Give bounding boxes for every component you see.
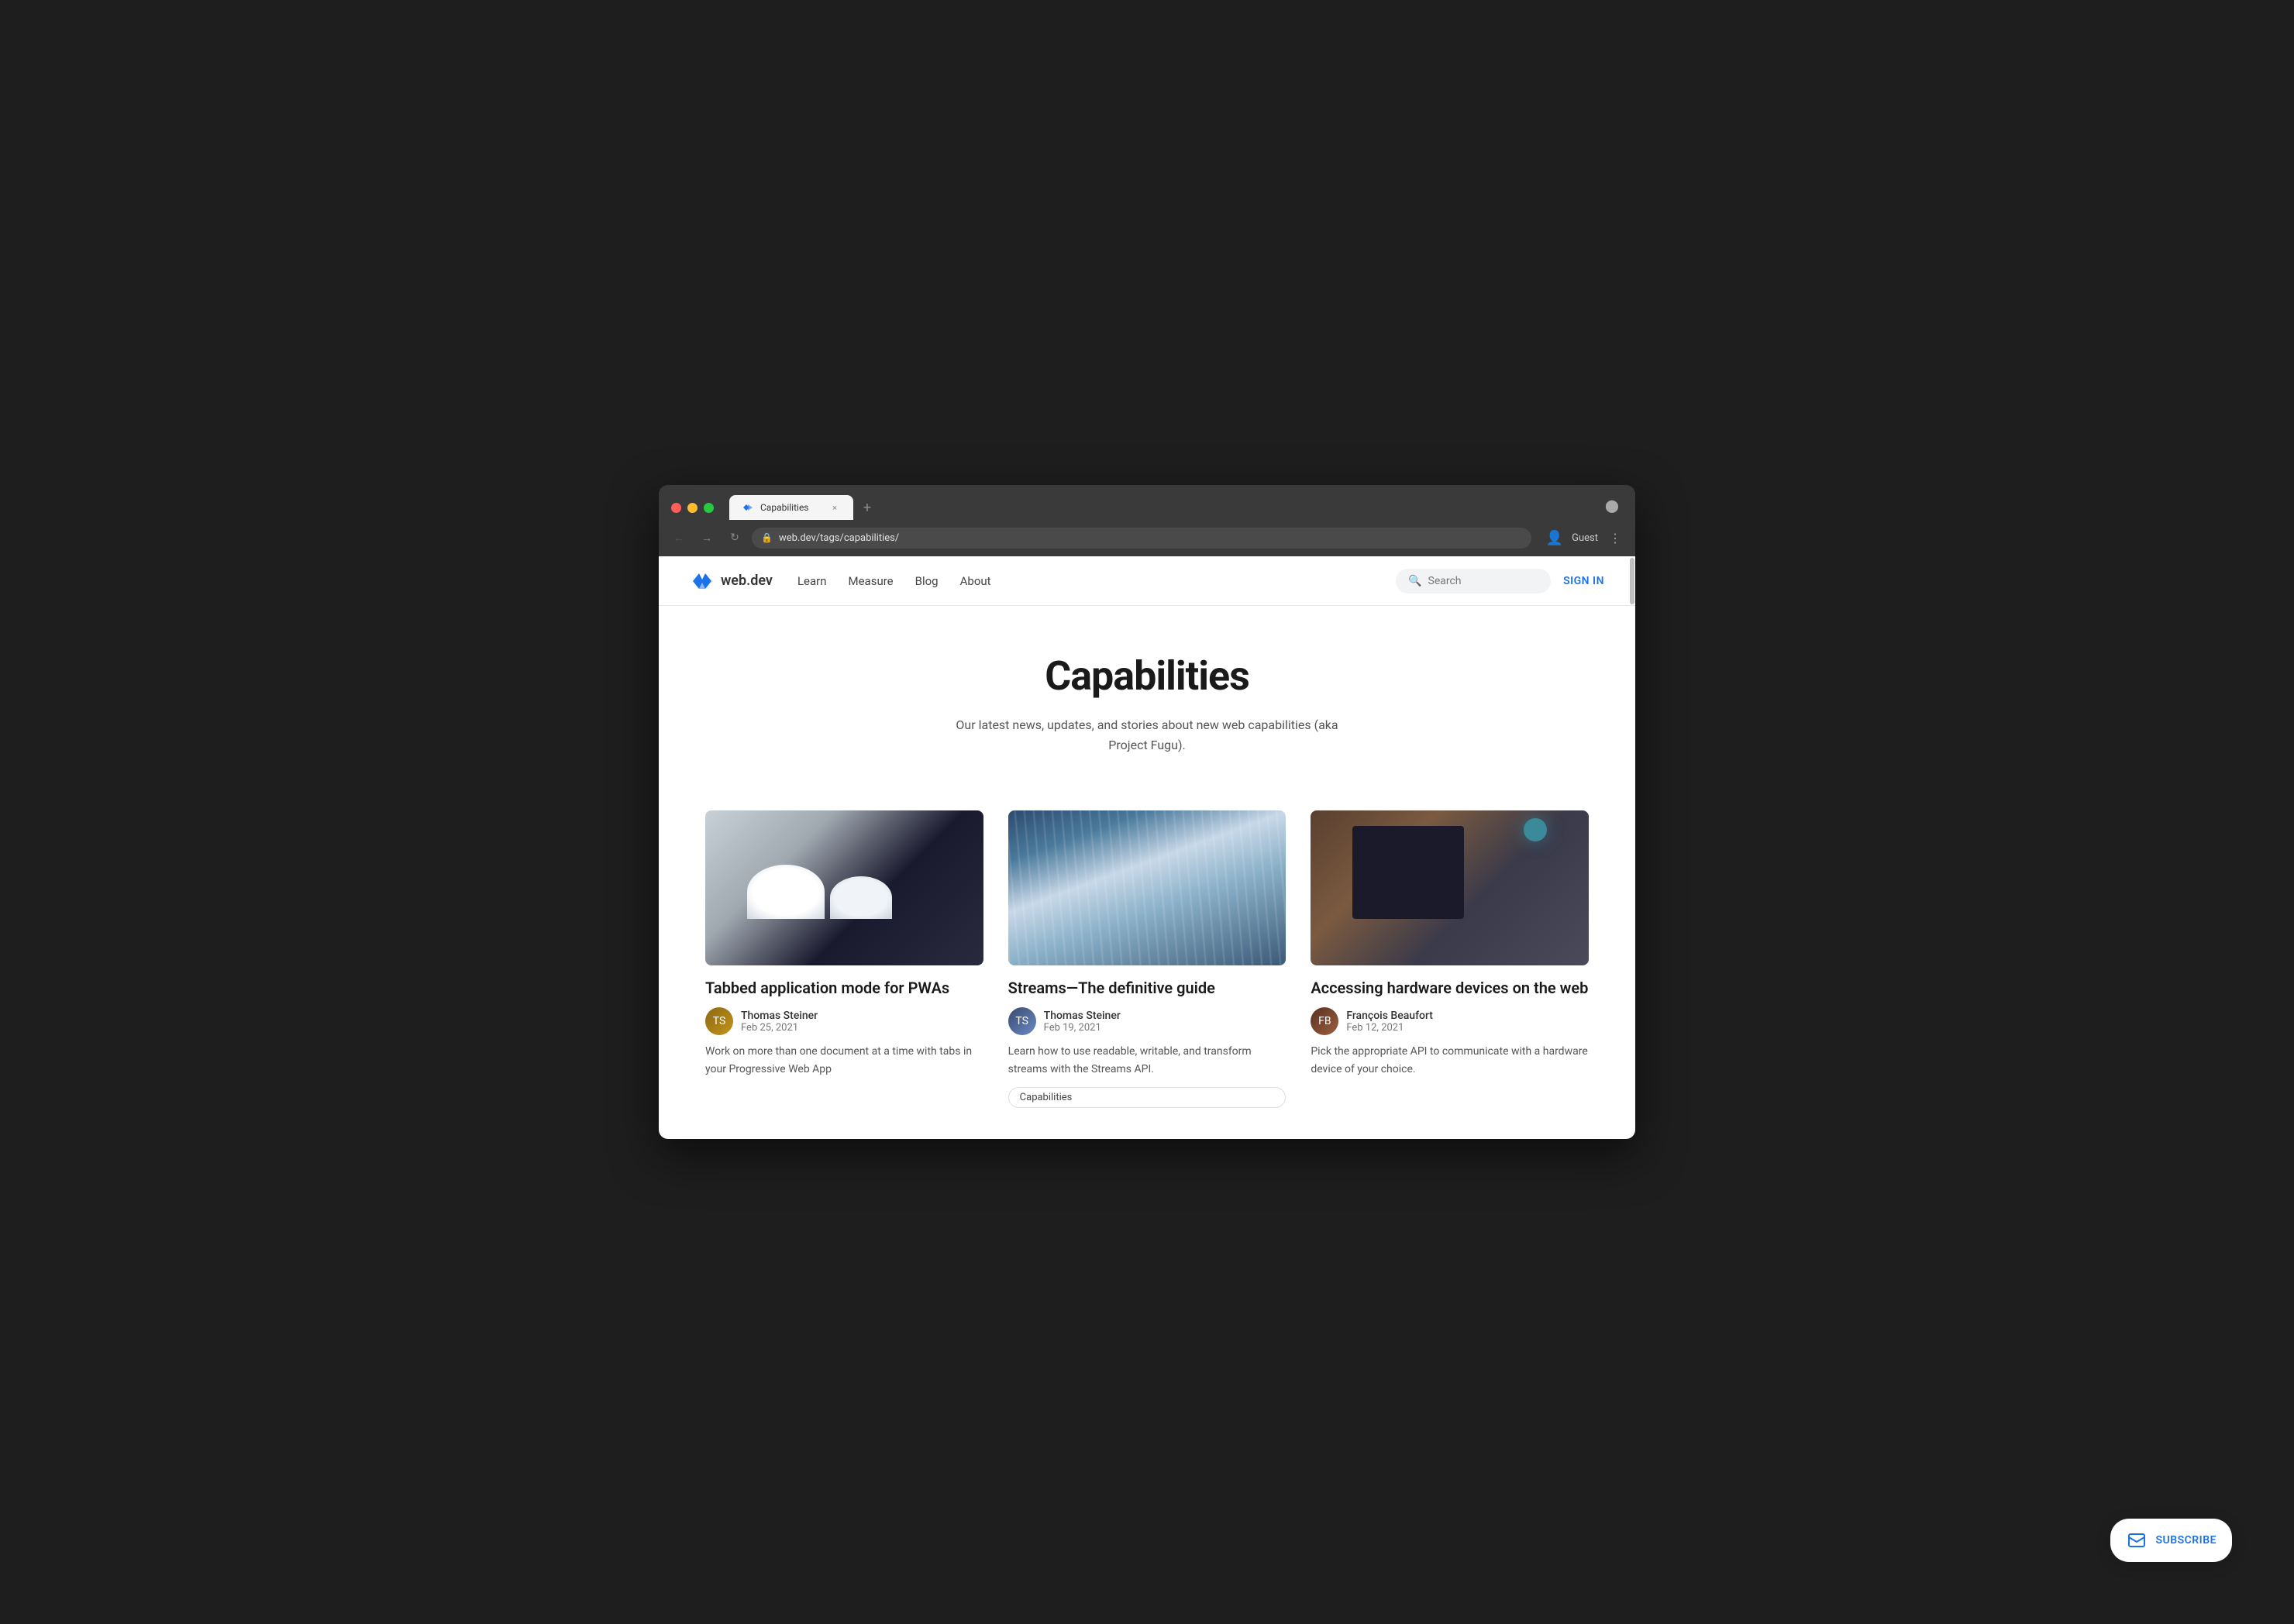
card-2-author-info: Thomas Steiner Feb 19, 2021 xyxy=(1044,1010,1121,1034)
card-1-author-info: Thomas Steiner Feb 25, 2021 xyxy=(741,1010,818,1034)
card-3-author-name: François Beaufort xyxy=(1346,1010,1433,1022)
nav-learn[interactable]: Learn xyxy=(797,574,827,588)
card-3-author-row: FB François Beaufort Feb 12, 2021 xyxy=(1311,1007,1589,1035)
lock-icon: 🔒 xyxy=(761,532,773,543)
article-card-1: Tabbed application mode for PWAs TS Thom… xyxy=(705,810,983,1108)
url-display: web.dev/tags/capabilities/ xyxy=(779,532,899,544)
search-icon: 🔍 xyxy=(1408,575,1421,587)
card-1-image xyxy=(705,810,983,965)
cards-grid: Tabbed application mode for PWAs TS Thom… xyxy=(659,786,1635,1139)
card-1-author-name: Thomas Steiner xyxy=(741,1010,818,1022)
card-2-author-row: TS Thomas Steiner Feb 19, 2021 xyxy=(1008,1007,1286,1035)
card-1-author-row: TS Thomas Steiner Feb 25, 2021 xyxy=(705,1007,983,1035)
header-actions: 🔍 Search SIGN IN xyxy=(1396,569,1604,594)
card-3-image xyxy=(1311,810,1589,965)
address-bar[interactable]: 🔒 web.dev/tags/capabilities/ xyxy=(752,528,1531,549)
forward-button[interactable]: → xyxy=(696,527,718,549)
card-2-title: Streams—The definitive guide xyxy=(1008,978,1286,998)
card-3-author-avatar: FB xyxy=(1311,1007,1338,1035)
traffic-lights xyxy=(671,503,714,513)
card-2-tag[interactable]: Capabilities xyxy=(1008,1087,1286,1108)
card-1-description: Work on more than one document at a time… xyxy=(705,1043,983,1078)
nav-bar: ← → ↻ 🔒 web.dev/tags/capabilities/ 👤 Gue… xyxy=(659,521,1635,556)
card-2-author-avatar: TS xyxy=(1008,1007,1036,1035)
active-tab[interactable]: Capabilities × xyxy=(729,495,853,520)
back-button[interactable]: ← xyxy=(668,527,690,549)
search-placeholder: Search xyxy=(1428,575,1462,587)
profile-area: 👤 Guest ⋮ xyxy=(1544,527,1626,549)
fullscreen-traffic-light[interactable] xyxy=(704,503,714,513)
profile-label: Guest xyxy=(1572,532,1598,544)
site-header: web.dev Learn Measure Blog About 🔍 Searc… xyxy=(659,556,1635,606)
card-3-author-info: François Beaufort Feb 12, 2021 xyxy=(1346,1010,1433,1034)
card-2-author-date: Feb 19, 2021 xyxy=(1044,1022,1121,1034)
extensions-area: ⬤ xyxy=(1601,494,1623,516)
card-2-description: Learn how to use readable, writable, and… xyxy=(1008,1043,1286,1078)
profile-icon[interactable]: 👤 xyxy=(1544,527,1566,549)
page-title: Capabilities xyxy=(690,652,1604,700)
logo-icon xyxy=(690,569,715,594)
card-1-author-date: Feb 25, 2021 xyxy=(741,1022,818,1034)
card-3-title: Accessing hardware devices on the web xyxy=(1311,978,1589,998)
card-3-author-date: Feb 12, 2021 xyxy=(1346,1022,1433,1034)
reload-button[interactable]: ↻ xyxy=(724,527,746,549)
title-bar: Capabilities × + ⬤ xyxy=(659,485,1635,521)
hero-section: Capabilities Our latest news, updates, a… xyxy=(659,606,1635,786)
page-subtitle: Our latest news, updates, and stories ab… xyxy=(946,715,1348,755)
browser-menu-button[interactable]: ⋮ xyxy=(1604,527,1626,549)
logo-text: web.dev xyxy=(721,573,773,589)
nav-about[interactable]: About xyxy=(960,574,991,588)
minimize-traffic-light[interactable] xyxy=(687,503,698,513)
tab-title: Capabilities xyxy=(760,502,822,513)
scrollbar-track[interactable] xyxy=(1629,556,1635,1139)
scrollbar-thumb[interactable] xyxy=(1630,558,1634,604)
close-traffic-light[interactable] xyxy=(671,503,681,513)
article-card-3: Accessing hardware devices on the web FB… xyxy=(1311,810,1589,1108)
card-1-author-avatar: TS xyxy=(705,1007,733,1035)
card-1-title: Tabbed application mode for PWAs xyxy=(705,978,983,998)
tab-close-button[interactable]: × xyxy=(828,501,841,514)
card-2-image xyxy=(1008,810,1286,965)
article-card-2: Streams—The definitive guide TS Thomas S… xyxy=(1008,810,1286,1108)
tab-bar: Capabilities × + xyxy=(729,495,1592,520)
tab-favicon-icon xyxy=(742,501,754,514)
sign-in-button[interactable]: SIGN IN xyxy=(1563,575,1604,587)
browser-window: Capabilities × + ⬤ ← → ↻ 🔒 web.dev/tags/… xyxy=(659,485,1635,1139)
nav-blog[interactable]: Blog xyxy=(915,574,939,588)
site-nav: Learn Measure Blog About xyxy=(797,574,991,588)
new-tab-button[interactable]: + xyxy=(856,497,878,518)
card-3-description: Pick the appropriate API to communicate … xyxy=(1311,1043,1589,1078)
card-2-author-name: Thomas Steiner xyxy=(1044,1010,1121,1022)
nav-measure[interactable]: Measure xyxy=(849,574,894,588)
search-box[interactable]: 🔍 Search xyxy=(1396,569,1551,594)
site-logo[interactable]: web.dev xyxy=(690,569,773,594)
page-content: web.dev Learn Measure Blog About 🔍 Searc… xyxy=(659,556,1635,1139)
extension-icon[interactable]: ⬤ xyxy=(1601,494,1623,516)
